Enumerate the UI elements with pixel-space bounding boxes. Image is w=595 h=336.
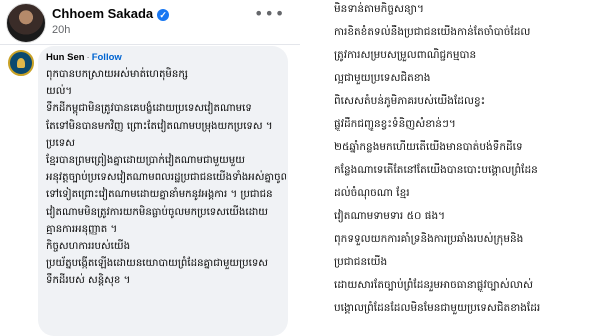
- comment-line: ទឹកដីកម្ពុជាមិនត្រូវបានគេបង្ខំដោយប្រទេសវ…: [46, 103, 252, 115]
- comment-line: ពុកបានបកស្រាយអស់មាត់ហេតុមិនក្ស: [46, 69, 188, 80]
- comment-line: ទឹកដីរបស់ សន្តិសុខ ។: [46, 275, 131, 287]
- comment-line: យល់។: [46, 86, 73, 98]
- comment-line: ខ្មែរបានព្រមព្រៀងគ្នាដោយប្រាក់វៀតណាមជាមួ…: [46, 154, 245, 166]
- text-line: ផ្លូវដឹកជញ្ជូនខ្វះទំនិញសំខាន់ៗ។: [334, 118, 456, 130]
- text-line: ត្រូវការសម្របសម្រួលពាណិជ្ជកម្មបាន: [334, 49, 477, 61]
- comment-line: គ្មានការអនុញ្ញាត ។: [46, 223, 118, 235]
- verified-icon: ✓: [157, 8, 170, 21]
- post-panel: Chhoem Sakada ✓ 20h ••• Hun Sen · Follow ពុ…: [0, 0, 310, 336]
- comment-bubble: Hun Sen · Follow ពុកបានបកស្រាយអស់មាត់ហេតុម…: [38, 46, 288, 336]
- post-author-name[interactable]: Chhoem Sakada: [52, 6, 153, 21]
- comment-header: Hun Sen · Follow: [46, 52, 122, 63]
- text-line: មិនទាន់តាមកិច្ចសន្យា។: [334, 3, 424, 15]
- text-line: ដោយសារតែច្បាប់ព្រំដែនរួមអាចធានាផ្លូវច្បា…: [334, 279, 534, 291]
- comment-line: អនុវត្តច្បាប់ប្រទេសវៀតណាមពលរដ្ឋប្រជាជនយើ…: [46, 172, 286, 184]
- follow-button[interactable]: Follow: [92, 52, 122, 63]
- comment-line: កិច្ចសហការរបស់យើង: [46, 240, 131, 252]
- commenter-avatar[interactable]: [8, 50, 34, 76]
- comment-line: ប្រយ័ត្នបង្កើតឡើងដោយនយោបាយព្រំដែនគ្នាជាម…: [46, 258, 269, 270]
- author-avatar[interactable]: [6, 3, 46, 43]
- text-line: វៀតណាមទាមទារ ៥០ ផង។: [334, 210, 446, 222]
- separator-dot: ·: [86, 52, 90, 63]
- text-line: បង្គោលព្រំដែនដែលមិនមែនជាមួយប្រទេសជិតខាងដ…: [334, 302, 541, 314]
- text-line: ការខិតខំតទល់នឹងប្រជាជនយើងកាន់តែចាំបាច់ដែ…: [334, 26, 531, 38]
- text-line: ពិសេសតំបន់ភូមិភាគរបស់យើងដែលខ្វះ: [334, 95, 486, 107]
- text-panel: មិនទាន់តាមកិច្ចសន្យា។ ការខិតខំតទល់នឹងប្រ…: [326, 0, 595, 325]
- text-line: កន្លែងណាទេតើតែនៅតែយើងបានបោះបង្គោលព្រំដែន: [334, 164, 538, 176]
- comment-author[interactable]: Hun Sen: [46, 52, 85, 63]
- post-author[interactable]: Chhoem Sakada ✓: [52, 6, 170, 21]
- more-options-icon[interactable]: •••: [254, 6, 285, 22]
- divider: [0, 44, 300, 45]
- comment-line: តែទៅមិនបានមកវិញ ព្រោះតែវៀតណាមបម្រុងយកប្រ…: [46, 120, 273, 132]
- post-timestamp[interactable]: 20h: [52, 24, 70, 36]
- text-line: ពុកទទួលយកការគាំទ្រនិងការប្រឆាំងរបស់ក្រុម…: [334, 233, 524, 245]
- comment-line: ប្រទេស: [46, 137, 75, 149]
- comment-line: វៀតណាមមិនត្រូវការយកមិនធ្លាប់ចូលមកប្រទេសយ…: [46, 206, 269, 218]
- text-line: ប្រជាជនយើង: [334, 256, 388, 268]
- text-line: ២៥ឆ្នាំកន្លងមកហើយតើយើងមានបាត់បង់ទឹកដីទេ: [334, 141, 523, 153]
- comment-text: ពុកបានបកស្រាយអស់មាត់ហេតុមិនក្ស យល់។ ទឹកដ…: [46, 66, 286, 289]
- comment-line: ទៅទៀតព្រោះវៀតណាមដោយគ្នានាំមកនូវអង្គការ ។…: [46, 189, 273, 201]
- text-line: ល្អជាមួយប្រទេសជិតខាង: [334, 72, 431, 84]
- text-line: ដល់ចំណុចណា ខ្មែរ: [334, 187, 410, 199]
